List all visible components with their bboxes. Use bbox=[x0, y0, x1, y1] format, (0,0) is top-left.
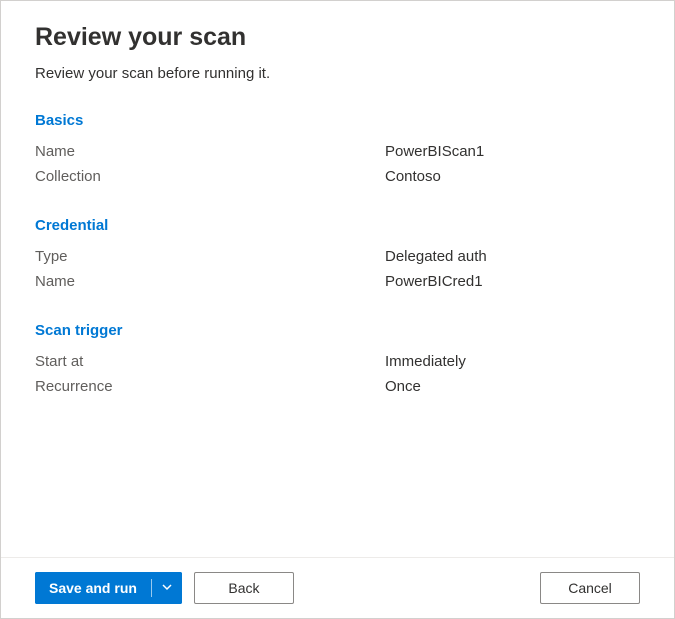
value-credential-name: PowerBICred1 bbox=[385, 273, 483, 290]
section-credential-header: Credential bbox=[35, 217, 640, 234]
save-and-run-dropdown[interactable] bbox=[152, 572, 182, 604]
value-type: Delegated auth bbox=[385, 248, 487, 265]
save-and-run-button[interactable]: Save and run bbox=[35, 572, 151, 604]
value-start-at: Immediately bbox=[385, 353, 466, 370]
section-scan-trigger-header: Scan trigger bbox=[35, 322, 640, 339]
section-scan-trigger: Scan trigger Start at Immediately Recurr… bbox=[35, 322, 640, 399]
back-button[interactable]: Back bbox=[194, 572, 294, 604]
section-credential: Credential Type Delegated auth Name Powe… bbox=[35, 217, 640, 294]
review-scan-panel: Review your scan Review your scan before… bbox=[0, 0, 675, 619]
row-basics-name: Name PowerBIScan1 bbox=[35, 139, 640, 164]
row-start-at: Start at Immediately bbox=[35, 349, 640, 374]
section-basics: Basics Name PowerBIScan1 Collection Cont… bbox=[35, 112, 640, 189]
value-recurrence: Once bbox=[385, 378, 421, 395]
row-credential-type: Type Delegated auth bbox=[35, 244, 640, 269]
value-name: PowerBIScan1 bbox=[385, 143, 484, 160]
label-credential-name: Name bbox=[35, 273, 385, 290]
chevron-down-icon bbox=[161, 581, 173, 596]
row-basics-collection: Collection Contoso bbox=[35, 164, 640, 189]
label-collection: Collection bbox=[35, 168, 385, 185]
value-collection: Contoso bbox=[385, 168, 441, 185]
page-title: Review your scan bbox=[35, 23, 640, 52]
content-area: Review your scan Review your scan before… bbox=[1, 1, 674, 557]
label-name: Name bbox=[35, 143, 385, 160]
save-and-run-split-button: Save and run bbox=[35, 572, 182, 604]
row-credential-name: Name PowerBICred1 bbox=[35, 269, 640, 294]
row-recurrence: Recurrence Once bbox=[35, 374, 640, 399]
cancel-button[interactable]: Cancel bbox=[540, 572, 640, 604]
section-basics-header: Basics bbox=[35, 112, 640, 129]
label-start-at: Start at bbox=[35, 353, 385, 370]
page-subtitle: Review your scan before running it. bbox=[35, 65, 640, 82]
label-recurrence: Recurrence bbox=[35, 378, 385, 395]
label-type: Type bbox=[35, 248, 385, 265]
footer-bar: Save and run Back Cancel bbox=[1, 557, 674, 618]
